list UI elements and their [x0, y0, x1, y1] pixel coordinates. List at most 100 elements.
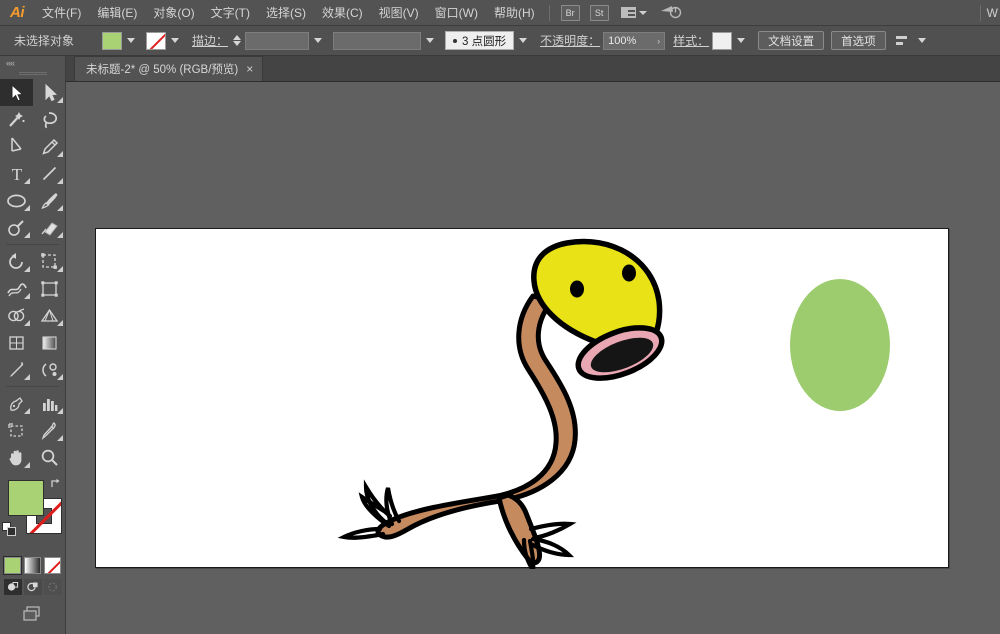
stroke-profile-dropdown-icon[interactable]	[423, 32, 437, 50]
tool-slice[interactable]	[33, 417, 66, 444]
tool-lasso[interactable]	[33, 106, 66, 133]
opacity-value: 100%	[608, 35, 636, 47]
menu-help[interactable]: 帮助(H)	[486, 0, 543, 26]
tool-eraser[interactable]	[33, 214, 66, 241]
menu-effect[interactable]: 效果(C)	[314, 0, 371, 26]
tool-line-segment[interactable]	[33, 160, 66, 187]
align-icon[interactable]	[896, 34, 913, 48]
draw-behind[interactable]	[24, 579, 42, 595]
brush-dropdown-icon[interactable]	[516, 32, 530, 50]
green-ellipse-shape[interactable]	[790, 279, 890, 411]
tools-grid-3	[0, 390, 65, 471]
tool-eyedropper[interactable]	[0, 356, 33, 383]
stroke-weight-dropdown-icon[interactable]	[311, 32, 325, 50]
menu-file[interactable]: 文件(F)	[34, 0, 89, 26]
bridge-icon[interactable]: Br	[561, 5, 580, 21]
document-setup-button[interactable]: 文档设置	[758, 31, 824, 50]
stroke-swatch-dropdown-icon[interactable]	[168, 32, 182, 50]
style-label: 样式：	[673, 32, 709, 49]
screen-mode-toggle[interactable]	[0, 605, 65, 623]
fill-color-swatch[interactable]	[8, 480, 44, 516]
head-group	[534, 241, 669, 388]
tool-width[interactable]	[0, 275, 33, 302]
menu-type[interactable]: 文字(T)	[203, 0, 258, 26]
screen-mode-icon	[20, 605, 46, 623]
draw-mode-bar	[0, 579, 65, 595]
workspace-switcher[interactable]: W	[987, 6, 1000, 20]
opacity-label: 不透明度：	[540, 32, 600, 49]
color-mode-bar	[0, 557, 65, 574]
tool-symbol-sprayer[interactable]	[0, 390, 33, 417]
document-tab[interactable]: 未标题-2* @ 50% (RGB/预览) ×	[74, 56, 263, 81]
menubar-divider	[549, 5, 550, 21]
tool-direct-selection[interactable]	[33, 79, 66, 106]
tool-column-graph[interactable]	[33, 390, 66, 417]
default-fill-stroke-icon[interactable]	[2, 522, 16, 536]
toolbar-collapse[interactable]: ««	[0, 56, 65, 69]
tool-pencil[interactable]	[0, 214, 33, 241]
arrange-glyph	[621, 7, 636, 18]
toolbar-divider-2	[6, 386, 59, 387]
bellsprout-illustration[interactable]	[96, 229, 950, 569]
fill-stroke-controls	[0, 477, 65, 555]
tool-pen[interactable]	[0, 133, 33, 160]
menu-view[interactable]: 视图(V)	[371, 0, 427, 26]
tool-gradient[interactable]	[33, 329, 66, 356]
stroke-weight-input[interactable]	[245, 32, 309, 50]
stock-icon[interactable]: St	[590, 5, 609, 21]
tool-artboard[interactable]	[0, 417, 33, 444]
tool-zoom[interactable]	[33, 444, 66, 471]
menubar-right: W	[974, 5, 1000, 21]
tool-curvature[interactable]	[33, 133, 66, 160]
tool-perspective-grid[interactable]	[33, 302, 66, 329]
menu-window[interactable]: 窗口(W)	[427, 0, 486, 26]
tool-hand[interactable]	[0, 444, 33, 471]
tool-scale[interactable]	[33, 248, 66, 275]
svg-text:T: T	[11, 165, 22, 183]
selection-status: 未选择对象	[14, 32, 74, 49]
arrange-documents-icon[interactable]	[618, 7, 650, 18]
creative-cloud-icon[interactable]	[660, 3, 682, 22]
stroke-profile-select[interactable]	[333, 32, 421, 50]
tool-ellipse[interactable]	[0, 187, 33, 214]
tool-rotate[interactable]	[0, 248, 33, 275]
fill-swatch[interactable]	[102, 32, 122, 50]
graphic-style-swatch[interactable]	[712, 32, 732, 50]
fill-swatch-dropdown-icon[interactable]	[124, 32, 138, 50]
document-tab-title: 未标题-2* @ 50% (RGB/预览)	[86, 61, 238, 77]
graphic-style-dropdown-icon[interactable]	[734, 32, 748, 50]
canvas-area[interactable]	[66, 82, 1000, 634]
opacity-input[interactable]: 100% ›	[603, 32, 665, 50]
tools-grid-1: T	[0, 79, 65, 241]
menubar-divider-right	[980, 5, 981, 21]
tools-panel: ««	[0, 56, 66, 634]
draw-normal[interactable]	[4, 579, 22, 595]
brush-definition-select[interactable]: 3 点圆形	[445, 31, 514, 50]
tool-type[interactable]: T	[0, 160, 33, 187]
swap-fill-stroke-icon[interactable]	[49, 477, 62, 490]
tool-mesh[interactable]	[0, 329, 33, 356]
tool-paintbrush[interactable]	[33, 187, 66, 214]
menu-object[interactable]: 对象(O)	[145, 0, 202, 26]
mode-none[interactable]	[44, 557, 61, 574]
stem-group	[378, 296, 575, 563]
mode-gradient[interactable]	[24, 557, 41, 574]
collapse-icon: ««	[6, 58, 14, 68]
preferences-button[interactable]: 首选项	[831, 31, 886, 50]
stroke-weight-stepper[interactable]	[233, 35, 241, 46]
menu-select[interactable]: 选择(S)	[258, 0, 314, 26]
toolbar-drag-handle[interactable]	[0, 69, 65, 79]
draw-inside[interactable]	[44, 579, 62, 595]
tool-magic-wand[interactable]	[0, 106, 33, 133]
document-tab-bar: 未标题-2* @ 50% (RGB/预览) ×	[66, 56, 1000, 82]
tool-shape-builder[interactable]	[0, 302, 33, 329]
tool-free-transform[interactable]	[33, 275, 66, 302]
mode-color[interactable]	[4, 557, 21, 574]
menu-edit[interactable]: 编辑(E)	[89, 0, 145, 26]
stroke-swatch[interactable]	[146, 32, 166, 50]
tool-blend[interactable]	[33, 356, 66, 383]
close-icon[interactable]: ×	[246, 63, 253, 75]
artboard[interactable]	[95, 228, 949, 568]
tool-selection[interactable]	[0, 79, 33, 106]
align-dropdown-icon[interactable]	[915, 32, 929, 50]
